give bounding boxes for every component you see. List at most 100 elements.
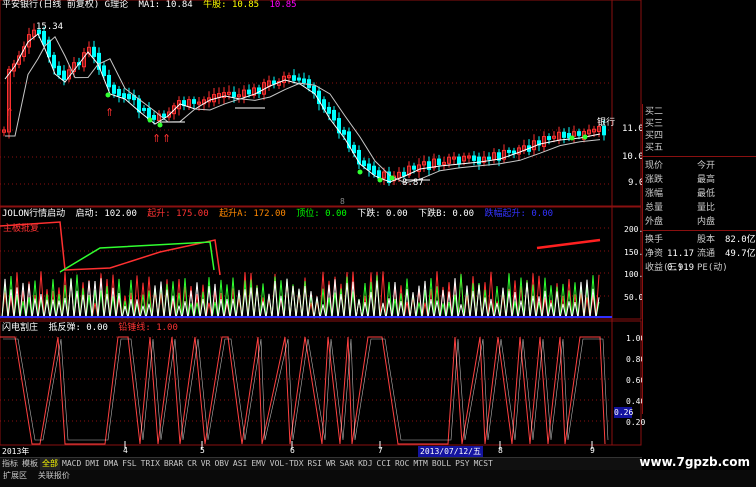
x-label-8: 8 — [498, 446, 503, 455]
ind1-start: 启动: 102.00 — [75, 209, 137, 219]
tab-vr[interactable]: VR — [199, 458, 213, 470]
candle-body — [487, 156, 491, 160]
tab-psy[interactable]: PSY — [453, 458, 471, 470]
tab-boll[interactable]: BOLL — [430, 458, 453, 470]
candle-body — [112, 84, 116, 94]
q2-cell: 0.919 — [667, 263, 695, 273]
candle-body — [327, 106, 331, 114]
q1-cell: 量比 — [697, 203, 716, 213]
tab-trix[interactable]: TRIX — [139, 458, 162, 470]
candle-body — [362, 160, 366, 167]
buy-signal-dot — [105, 92, 111, 98]
buy-signal-dot — [569, 135, 575, 141]
q1-cell: 现价 — [645, 161, 664, 171]
ind1-name[interactable]: JOLON行情启动 — [2, 209, 65, 219]
ind2-axis-020: 0.20 — [626, 418, 646, 427]
up-arrow-icon: ⇑ — [162, 132, 171, 145]
ind2-rebound: 抵反弹: 0.00 — [48, 323, 108, 333]
candle-body — [562, 131, 566, 138]
ind2-hammer: 铅锤线: 1.00 — [118, 323, 178, 333]
tab-fsl[interactable]: FSL — [120, 458, 138, 470]
tab-asi[interactable]: ASI — [231, 458, 249, 470]
tab-wr[interactable]: WR — [324, 458, 338, 470]
q1-cell: 外盘 — [645, 217, 664, 227]
ask-3: 买三 — [645, 119, 664, 129]
x-marker: 8 — [340, 197, 345, 206]
candle-body — [547, 136, 551, 140]
tab-brar[interactable]: BRAR — [162, 458, 185, 470]
tab-related-quote[interactable]: 关联报价 — [35, 470, 73, 482]
tab-指标[interactable]: 指标 — [0, 458, 20, 470]
q1-cell: 今开 — [697, 161, 716, 171]
tab-vol-tdx[interactable]: VOL-TDX — [268, 458, 306, 470]
candle-body — [92, 46, 96, 57]
tab-obv[interactable]: OBV — [212, 458, 230, 470]
buy-signal-dot — [357, 169, 363, 175]
candle-body — [107, 74, 111, 88]
candle-body — [162, 113, 166, 118]
q2-cell: 82.0亿 — [725, 235, 756, 245]
candle-body — [402, 171, 406, 177]
niugu-value2: 10.85 — [269, 0, 297, 10]
q2-cell: 11.17 — [667, 249, 695, 259]
ind1-inner-label: 主板批复 — [3, 224, 40, 234]
candle-body — [342, 129, 346, 135]
x-label-2013: 2013年 — [2, 447, 30, 456]
tab-dmi[interactable]: DMI — [83, 458, 101, 470]
q1-row: 涨跌 最高 — [645, 174, 755, 186]
tab-mtm[interactable]: MTM — [411, 458, 429, 470]
ind1-fall: 下跌: 0.00 — [357, 209, 408, 219]
cursor-date: 2013/07/12/五 — [418, 446, 483, 457]
tab-roc[interactable]: ROC — [393, 458, 411, 470]
stock-title[interactable]: 平安银行(日线 前复权) G理论 — [2, 0, 128, 10]
candle-body — [477, 156, 481, 165]
ind1-top: 顶位: 0.00 — [296, 209, 347, 219]
candle-body — [192, 99, 196, 104]
watermark: www.7gpzb.com — [639, 455, 750, 469]
tab-模板[interactable]: 模板 — [20, 458, 40, 470]
ind2-name[interactable]: 闪电割庄 — [2, 323, 38, 333]
ind1-top-line — [59, 241, 215, 273]
ind2-white-wave — [3, 338, 609, 441]
tab-kdj[interactable]: KDJ — [356, 458, 374, 470]
ask-4: 买四 — [645, 131, 664, 141]
indicator1-header: JOLON行情启动 启动: 102.00 起升: 175.00 起升A: 172… — [2, 209, 558, 220]
tab-cci[interactable]: CCI — [375, 458, 393, 470]
x-label-6: 6 — [290, 446, 295, 455]
tab-rsi[interactable]: RSI — [306, 458, 324, 470]
up-arrow-icon: ⇑ — [105, 106, 114, 119]
x-label-5: 5 — [200, 446, 205, 455]
candle-body — [472, 155, 476, 161]
niugu-value: 牛股: 10.85 — [203, 0, 260, 10]
candle-body — [512, 150, 516, 154]
candle-body — [232, 91, 236, 98]
candle-body — [62, 70, 66, 81]
tab-全部[interactable]: 全部 — [40, 458, 60, 470]
candle-body — [507, 149, 511, 153]
q2-cell: 换手 — [645, 235, 664, 245]
tab-extend-area[interactable]: 扩展区 — [0, 470, 30, 482]
tab-dma[interactable]: DMA — [102, 458, 120, 470]
x-label-4: 4 — [123, 446, 128, 455]
candle-body — [577, 131, 581, 136]
quote-panel: 买二 买三 买四 买五 现价 今开 涨跌 最高 涨幅 最低 总量 量比 外盘 内盘 换手 股本 82.0… — [642, 104, 756, 414]
tab-macd[interactable]: MACD — [60, 458, 83, 470]
x-label-7: 7 — [378, 446, 383, 455]
candle-body — [297, 77, 301, 81]
candle-body — [457, 156, 461, 165]
q2-cell: 净资 — [645, 249, 664, 259]
buy-signal-dot — [157, 122, 163, 128]
tab-mcst[interactable]: MCST — [472, 458, 495, 470]
ind2-square-wave — [0, 336, 606, 445]
tab-cr[interactable]: CR — [185, 458, 199, 470]
candle-body — [247, 89, 251, 95]
candle-body — [292, 75, 296, 81]
candle-body — [437, 158, 441, 166]
q2-row: 收益(三) 0.919 PE(动) — [645, 262, 755, 274]
candle-body — [367, 163, 371, 171]
q1-cell: 总量 — [645, 203, 664, 213]
tab-sar[interactable]: SAR — [338, 458, 356, 470]
tab-emv[interactable]: EMV — [249, 458, 267, 470]
candle-body — [152, 114, 156, 120]
q1-row: 外盘 内盘 — [645, 216, 755, 228]
